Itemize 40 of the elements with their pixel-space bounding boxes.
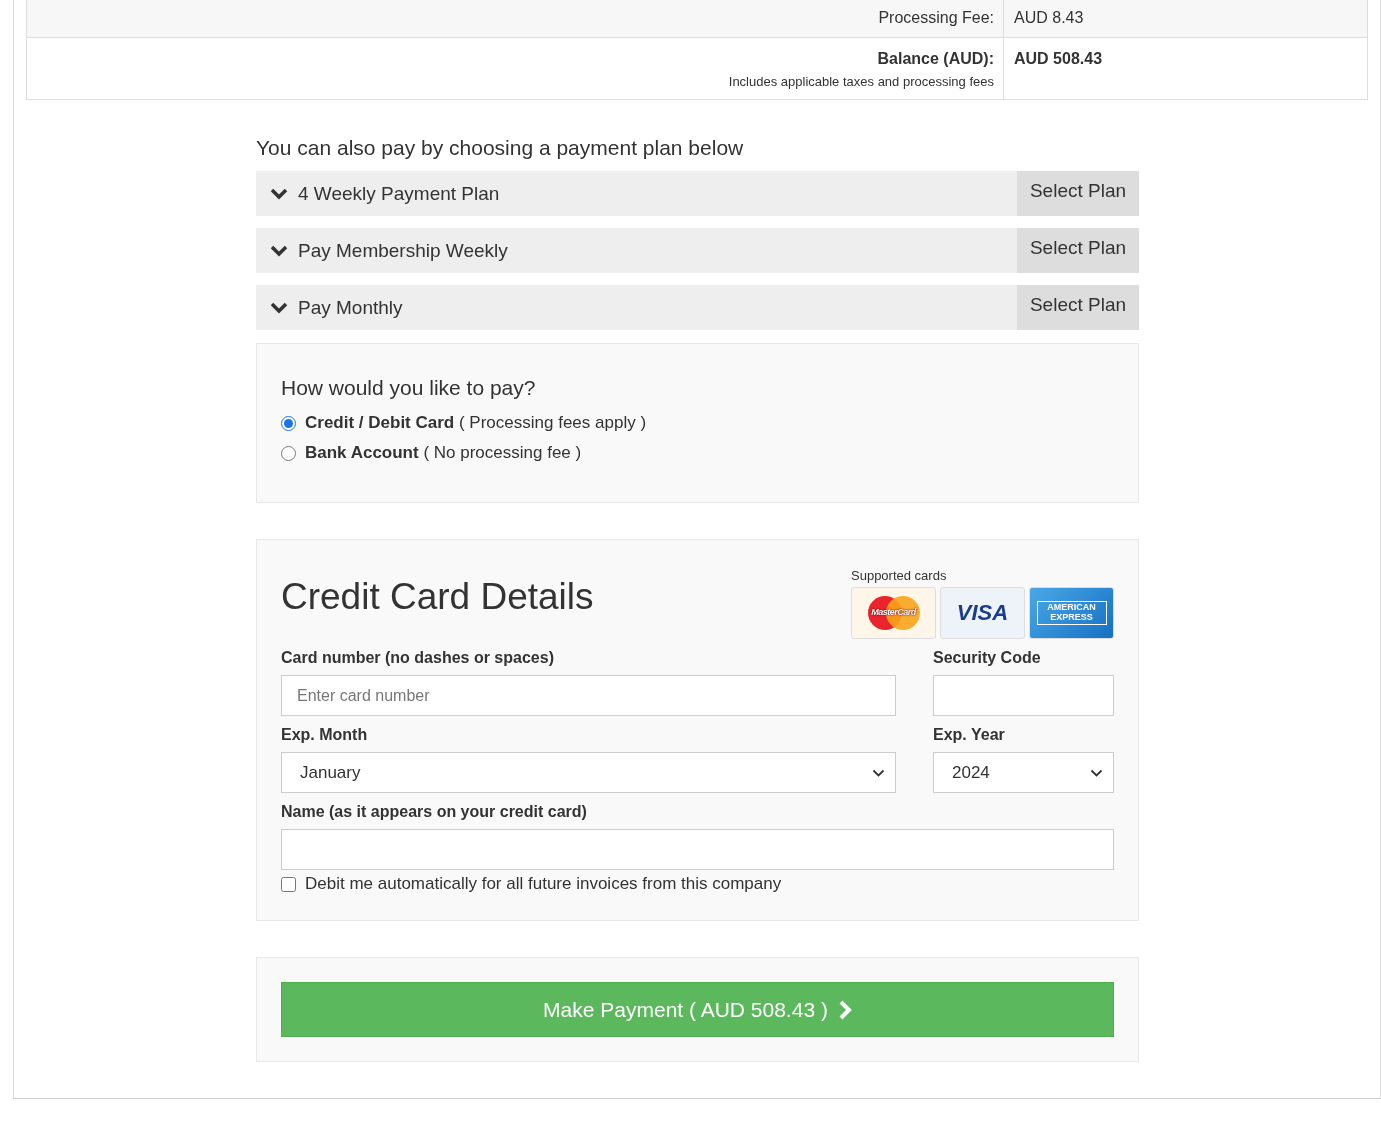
radio-button[interactable] — [281, 415, 296, 431]
chevron-right-icon — [837, 999, 852, 1020]
radio-button[interactable] — [281, 445, 296, 461]
summary-value: AUD 8.43 — [1014, 9, 1084, 26]
field-label: Security Code — [933, 649, 1042, 667]
caret-icon — [872, 768, 885, 777]
field-label: Name (as it appears on your credit card) — [281, 803, 588, 821]
caret-icon — [1090, 768, 1103, 777]
card-number-field[interactable]: Enter card number — [281, 675, 896, 716]
select-plan-button[interactable]: Select Plan — [1017, 228, 1139, 273]
summary-value: AUD 508.43 — [1014, 50, 1103, 67]
checkbox-label: Debit me automatically for all future invoices from this company — [305, 874, 782, 894]
security-code-field[interactable] — [933, 675, 1114, 716]
card-logo: AMERICAN EXPRESS — [1029, 587, 1114, 639]
option-label: Bank Account ( No processing fee ) — [305, 443, 582, 463]
card-details-title: Credit Card Details — [281, 576, 594, 619]
payment-question: How would you like to pay? — [281, 376, 537, 400]
plan-title[interactable]: Pay Monthly — [298, 285, 1017, 330]
summary-note: Includes applicable taxes and processing fees — [728, 74, 994, 89]
year-select[interactable]: 2024 — [933, 752, 1114, 793]
select-plan-button[interactable]: Select Plan — [1017, 285, 1139, 330]
month-select[interactable]: January — [281, 752, 896, 793]
select-plan-button[interactable]: Select Plan — [1017, 171, 1139, 216]
card-logo: VISA — [940, 587, 1025, 639]
chevron-icon[interactable] — [270, 187, 288, 200]
chevron-icon[interactable] — [270, 301, 288, 314]
checkbox[interactable] — [281, 876, 296, 892]
chevron-icon[interactable] — [270, 244, 288, 257]
plan-title[interactable]: 4 Weekly Payment Plan — [298, 171, 1017, 216]
option-label: Credit / Debit Card ( Processing fees apply ) — [305, 413, 647, 433]
field-label: Exp. Month — [281, 726, 369, 744]
summary-label: Processing Fee: — [878, 9, 994, 27]
card-logo: MasterCard — [851, 587, 936, 639]
plan-title[interactable]: Pay Membership Weekly — [298, 228, 1017, 273]
summary-label: Balance (AUD): — [877, 50, 994, 68]
supported-cards-label: Supported cards — [851, 568, 948, 583]
plans-heading: You can also pay by choosing a payment plan below — [256, 136, 745, 160]
field-label: Exp. Year — [933, 726, 1006, 744]
field-label: Card number (no dashes or spaces) — [281, 649, 555, 667]
name-field[interactable] — [281, 829, 1114, 870]
